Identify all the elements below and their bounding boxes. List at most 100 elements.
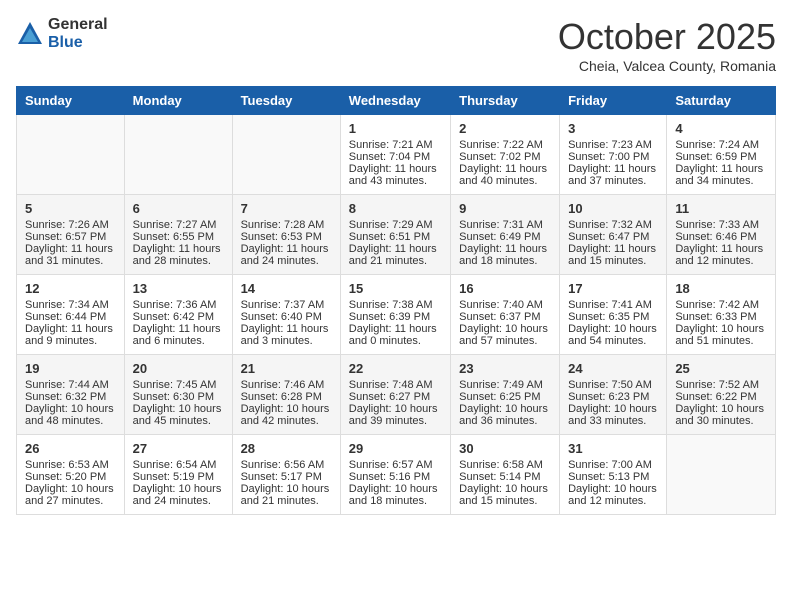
day-number: 4 (675, 121, 767, 136)
sunset: Sunset: 6:30 PM (133, 391, 214, 403)
table-row: 22Sunrise: 7:48 AMSunset: 6:27 PMDayligh… (340, 355, 450, 435)
sunset: Sunset: 6:49 PM (459, 231, 540, 243)
table-row: 23 Sunrise: 7:49 AMSunset: 6:25 PMDayligh… (451, 355, 560, 435)
day-number: 6 (133, 201, 224, 216)
sunrise: Sunrise: 7:44 AM (25, 379, 109, 391)
sunrise: Sunrise: 6:53 AM (25, 459, 109, 471)
sunset: Sunset: 6:59 PM (675, 151, 756, 163)
sunset: Sunset: 6:39 PM (349, 311, 430, 323)
sunset: Sunset: 6:35 PM (568, 311, 649, 323)
day-number: 10 (568, 201, 658, 216)
calendar-week-row: 12 Sunrise: 7:34 AMSunset: 6:44 PM Dayligh… (17, 275, 776, 355)
table-row: 26Sunrise: 6:53 AMSunset: 5:20 PMDayligh… (17, 435, 125, 515)
daylight: Daylight: 10 hours and 39 minutes. (349, 403, 438, 427)
sunset: Sunset: 6:32 PM (25, 391, 106, 403)
table-row: 17Sunrise: 7:41 AMSunset: 6:35 PMDayligh… (560, 275, 667, 355)
table-row: 27Sunrise: 6:54 AMSunset: 5:19 PMDayligh… (124, 435, 232, 515)
day-number: 20 (133, 361, 224, 376)
sunrise: Sunrise: 7:34 AM (25, 299, 109, 311)
sunset: Sunset: 6:37 PM (459, 311, 540, 323)
table-row: 21Sunrise: 7:46 AMSunset: 6:28 PMDayligh… (232, 355, 340, 435)
sunrise: Sunrise: 6:57 AM (349, 459, 433, 471)
table-row: 4Sunrise: 7:24 AMSunset: 6:59 PMDaylight… (667, 115, 776, 195)
table-row: 14Sunrise: 7:37 AMSunset: 6:40 PMDayligh… (232, 275, 340, 355)
sunrise: Sunrise: 7:22 AM (459, 139, 543, 151)
table-row: 25Sunrise: 7:52 AMSunset: 6:22 PMDayligh… (667, 355, 776, 435)
sunset: Sunset: 6:23 PM (568, 391, 649, 403)
sunrise: Sunrise: 7:49 AM (459, 379, 543, 391)
sunrise: Sunrise: 7:28 AM (241, 219, 325, 231)
daylight: Daylight: 10 hours and 21 minutes. (241, 483, 330, 507)
daylight: Daylight: 11 hours and 6 minutes. (133, 323, 221, 347)
calendar-week-row: 26Sunrise: 6:53 AMSunset: 5:20 PMDayligh… (17, 435, 776, 515)
day-number: 31 (568, 441, 658, 456)
sunrise: Sunrise: 7:40 AM (459, 299, 543, 311)
sunset: Sunset: 5:17 PM (241, 471, 322, 483)
day-number: 9 (459, 201, 551, 216)
sunset: Sunset: 6:47 PM (568, 231, 649, 243)
day-number: 7 (241, 201, 332, 216)
daylight: Daylight: 10 hours and 18 minutes. (349, 483, 438, 507)
table-row: 13Sunrise: 7:36 AMSunset: 6:42 PMDayligh… (124, 275, 232, 355)
sunrise: Sunrise: 6:56 AM (241, 459, 325, 471)
day-number: 30 (459, 441, 551, 456)
day-number: 28 (241, 441, 332, 456)
day-number: 12 (25, 281, 116, 296)
calendar-table: Sunday Monday Tuesday Wednesday Thursday… (16, 86, 776, 515)
day-number: 23 (459, 361, 551, 376)
day-number: 8 (349, 201, 442, 216)
sunrise: Sunrise: 6:58 AM (459, 459, 543, 471)
sunset: Sunset: 5:20 PM (25, 471, 106, 483)
sunrise: Sunrise: 7:38 AM (349, 299, 433, 311)
daylight: Daylight: 11 hours and 12 minutes. (675, 243, 763, 267)
calendar-week-row: 19 Sunrise: 7:44 AMSunset: 6:32 PM Dayligh… (17, 355, 776, 435)
day-number: 24 (568, 361, 658, 376)
day-number: 14 (241, 281, 332, 296)
table-row: 6Sunrise: 7:27 AMSunset: 6:55 PMDaylight… (124, 195, 232, 275)
sunrise: Sunrise: 7:21 AM (349, 139, 433, 151)
table-row: 28 Sunrise: 6:56 AMSunset: 5:17 PMDayligh… (232, 435, 340, 515)
table-row: 8Sunrise: 7:29 AMSunset: 6:51 PMDaylight… (340, 195, 450, 275)
sunset: Sunset: 6:44 PM (25, 311, 106, 323)
page-header: General Blue October 2025 Cheia, Valcea … (16, 16, 776, 74)
daylight: Daylight: 11 hours and 15 minutes. (568, 243, 656, 267)
day-number: 19 (25, 361, 116, 376)
day-number: 29 (349, 441, 442, 456)
sunrise: Sunrise: 7:50 AM (568, 379, 652, 391)
daylight: Daylight: 10 hours and 57 minutes. (459, 323, 548, 347)
sunrise: Sunrise: 7:52 AM (675, 379, 759, 391)
sunset: Sunset: 6:22 PM (675, 391, 756, 403)
sunrise: Sunrise: 7:41 AM (568, 299, 652, 311)
daylight: Daylight: 11 hours and 0 minutes. (349, 323, 437, 347)
sunrise: Sunrise: 7:27 AM (133, 219, 217, 231)
sunset: Sunset: 6:27 PM (349, 391, 430, 403)
table-row: 31Sunrise: 7:00 AMSunset: 5:13 PMDayligh… (560, 435, 667, 515)
logo-blue: Blue (48, 34, 108, 52)
header-wednesday: Wednesday (340, 87, 450, 115)
daylight: Daylight: 10 hours and 54 minutes. (568, 323, 657, 347)
day-number: 5 (25, 201, 116, 216)
day-number: 2 (459, 121, 551, 136)
daylight: Daylight: 11 hours and 21 minutes. (349, 243, 437, 267)
sunrise: Sunrise: 7:42 AM (675, 299, 759, 311)
sunset: Sunset: 5:16 PM (349, 471, 430, 483)
header-thursday: Thursday (451, 87, 560, 115)
sunset: Sunset: 6:57 PM (25, 231, 106, 243)
sunset: Sunset: 6:46 PM (675, 231, 756, 243)
location-subtitle: Cheia, Valcea County, Romania (558, 58, 776, 74)
daylight: Daylight: 11 hours and 37 minutes. (568, 163, 656, 187)
sunrise: Sunrise: 7:31 AM (459, 219, 543, 231)
sunrise: Sunrise: 7:36 AM (133, 299, 217, 311)
sunrise: Sunrise: 7:00 AM (568, 459, 652, 471)
sunset: Sunset: 5:13 PM (568, 471, 649, 483)
day-number: 18 (675, 281, 767, 296)
sunset: Sunset: 6:25 PM (459, 391, 540, 403)
daylight: Daylight: 10 hours and 15 minutes. (459, 483, 548, 507)
daylight: Daylight: 10 hours and 36 minutes. (459, 403, 548, 427)
table-row: 29 Sunrise: 6:57 AMSunset: 5:16 PMDayligh… (340, 435, 450, 515)
table-row: 1Sunrise: 7:21 AMSunset: 7:04 PMDaylight… (340, 115, 450, 195)
day-number: 13 (133, 281, 224, 296)
sunset: Sunset: 5:19 PM (133, 471, 214, 483)
day-number: 27 (133, 441, 224, 456)
table-row: 24Sunrise: 7:50 AMSunset: 6:23 PMDayligh… (560, 355, 667, 435)
